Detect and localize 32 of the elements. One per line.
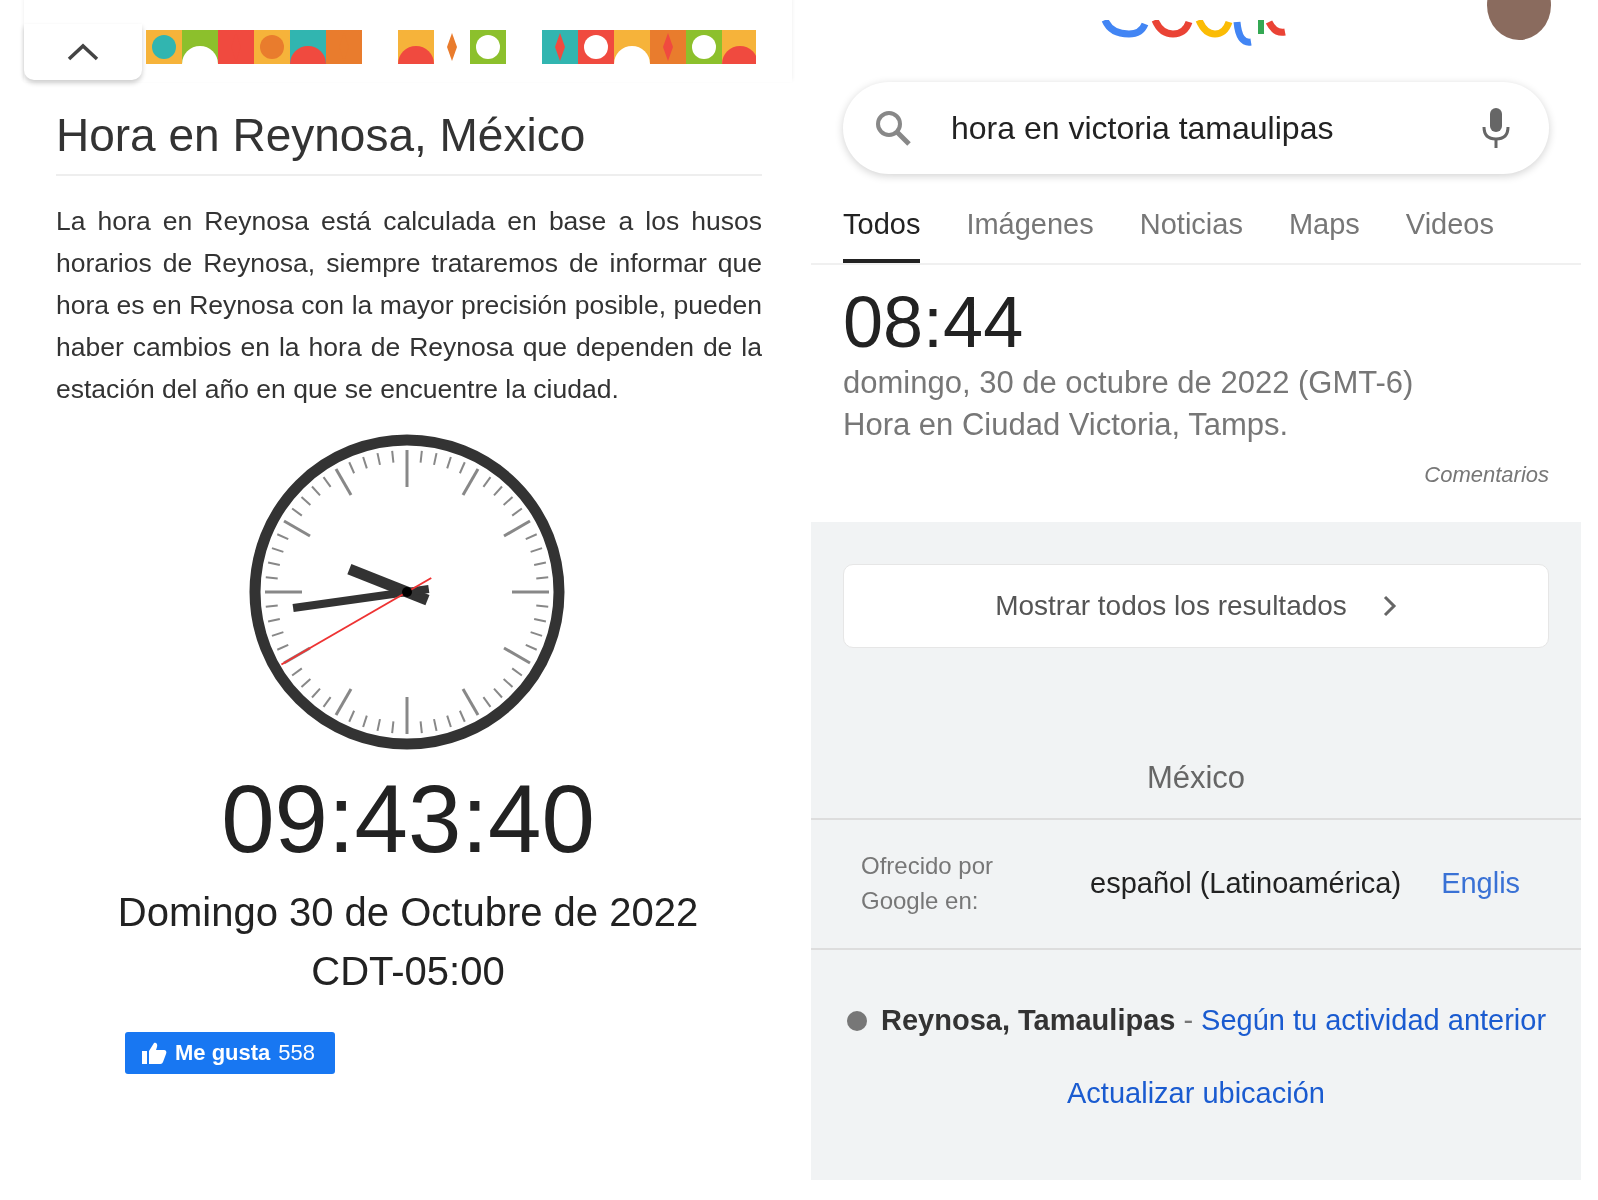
feedback-link[interactable]: Comentarios [1424, 462, 1549, 488]
location-name: Reynosa, Tamaulipas [881, 1004, 1176, 1038]
date-text: domingo, 30 de octubre de 2022 (GMT-6) [843, 364, 1415, 403]
search-field[interactable]: hora en victoria tamaulipas [843, 82, 1549, 174]
chevron-up-icon [66, 42, 100, 62]
page-title: Hora en Reynosa, México [56, 108, 762, 176]
search-tab[interactable]: Videos [1405, 196, 1494, 263]
chevron-right-icon [1382, 595, 1397, 618]
current-language: español (Latinoamérica) [1090, 866, 1402, 900]
thumbs-up-icon [141, 1040, 167, 1065]
search-tab[interactable]: Imágenes [966, 196, 1094, 263]
description-paragraph: La hora en Reynosa está calculada en base a los husos horarios de Reynosa, siempre trataremos de informar que hora es en Reynosa con la mayor precisión posible, pueden haber cambios en la hora de Reynosa que dependen de la estación del año en que se encuentre la ciudad. [56, 205, 762, 406]
search-tab[interactable]: Noticias [1139, 196, 1243, 263]
separator-text: - [1183, 1004, 1194, 1038]
search-tab[interactable]: Maps [1288, 196, 1360, 263]
date-text: Domingo 30 de Octubre de 2022 [116, 889, 700, 935]
search-tab[interactable]: Todos [843, 196, 921, 263]
offered-by-label: Ofrecido por Google en: [861, 851, 995, 917]
scroll-up-button[interactable] [24, 24, 142, 80]
digital-time: 09:43:40 [220, 766, 596, 872]
location-source-link[interactable]: Según tu actividad anterior [1201, 1004, 1547, 1038]
time-result: 08:44 [843, 283, 1025, 363]
language-link[interactable]: Englis [1441, 866, 1521, 900]
search-icon [873, 108, 913, 148]
location-text: Hora en Ciudad Victoria, Tamps. [843, 406, 1290, 445]
microphone-icon[interactable] [1481, 107, 1511, 149]
show-all-results-button[interactable]: Mostrar todos los resultados [843, 564, 1549, 649]
timezone-offset: CDT-05:00 [310, 948, 506, 994]
update-location-link[interactable]: Actualizar ubicación [1067, 1077, 1325, 1110]
location-dot-icon [847, 1010, 867, 1031]
region-label: México [811, 760, 1581, 821]
like-button[interactable]: Me gusta 558 [125, 1031, 336, 1074]
